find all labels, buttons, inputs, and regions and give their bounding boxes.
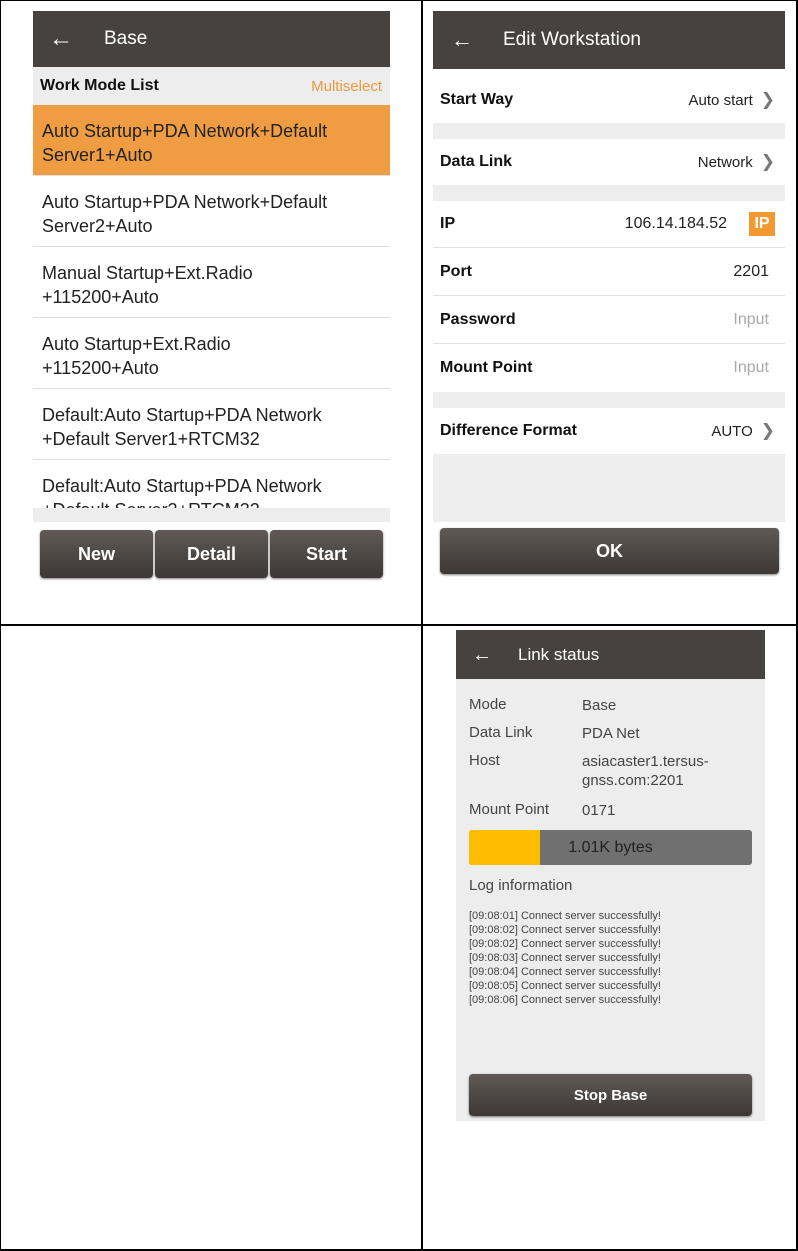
empty-area xyxy=(433,454,785,522)
log-list: [09:08:01] Connect server successfully! [… xyxy=(469,909,661,1007)
work-mode-item[interactable]: Auto Startup+PDA Network+Default Server2+… xyxy=(33,176,390,247)
start-button[interactable]: Start xyxy=(270,530,383,578)
start-way-row[interactable]: Start Way Auto start ❯ xyxy=(433,77,785,123)
difference-format-row[interactable]: Difference Format AUTO ❯ xyxy=(433,408,785,454)
section-gap xyxy=(433,392,785,408)
edit-workstation-titlebar: ← Edit Workstation xyxy=(433,11,785,69)
difference-format-value: AUTO xyxy=(711,422,753,440)
start-way-label: Start Way xyxy=(440,91,514,108)
page-title: Base xyxy=(104,28,148,49)
link-status-screen: ← Link status Mode Base Data Link PDA Ne… xyxy=(456,630,765,1121)
data-link-label: Data Link xyxy=(440,153,513,170)
work-mode-item-line2: Server1+Auto xyxy=(42,145,153,165)
work-mode-item-line1: Auto Startup+Ext.Radio xyxy=(42,334,231,354)
mount-point-label: Mount Point xyxy=(469,801,550,818)
chevron-right-icon: ❯ xyxy=(760,152,775,171)
work-mode-item-line1: Default:Auto Startup+PDA Network xyxy=(42,405,322,425)
work-mode-item[interactable]: Default:Auto Startup+PDA Network +Default… xyxy=(33,389,390,460)
work-mode-item-line1: Auto Startup+PDA Network+Default xyxy=(42,192,328,212)
section-gap xyxy=(433,185,785,201)
data-progress-bar: 1.01K bytes xyxy=(469,830,752,865)
link-status-titlebar: ← Link status xyxy=(456,630,765,679)
port-input[interactable]: 2201 xyxy=(733,263,769,281)
log-line: [09:08:02] Connect server successfully! xyxy=(469,924,661,936)
back-arrow-icon[interactable]: ← xyxy=(472,645,502,665)
data-link-label: Data Link xyxy=(469,724,533,741)
log-line: [09:08:03] Connect server successfully! xyxy=(469,952,661,964)
stop-base-button[interactable]: Stop Base xyxy=(469,1074,752,1116)
start-way-value: Auto start xyxy=(688,91,753,109)
page-title: Link status xyxy=(518,644,600,664)
mount-point-value: 0171 xyxy=(582,802,616,819)
section-gap xyxy=(433,123,785,139)
host-value-line1: asiacaster1.tersus- xyxy=(582,753,709,770)
work-mode-item-line2: +Default Server1+RTCM32 xyxy=(42,429,260,449)
mount-point-label: Mount Point xyxy=(440,359,533,376)
work-mode-item-line2: +115200+Auto xyxy=(42,287,159,307)
grid-top-border xyxy=(0,0,798,1)
work-mode-list-label: Work Mode List xyxy=(40,77,159,94)
ip-label: IP xyxy=(440,215,456,232)
chevron-right-icon: ❯ xyxy=(760,90,775,109)
password-input[interactable]: Input xyxy=(733,311,769,329)
password-row[interactable]: Password Input xyxy=(433,296,785,344)
work-mode-item[interactable]: Auto Startup+Ext.Radio +115200+Auto xyxy=(33,318,390,389)
work-mode-item-line1: Manual Startup+Ext.Radio xyxy=(42,263,253,283)
difference-format-label: Difference Format xyxy=(440,422,577,439)
log-line: [09:08:02] Connect server successfully! xyxy=(469,938,661,950)
base-screen: ← Base Work Mode List Multiselect Auto S… xyxy=(33,11,390,581)
base-titlebar: ← Base xyxy=(33,11,390,67)
grid-middle-divider xyxy=(0,624,798,626)
ip-row[interactable]: IP 106.14.184.52 IP xyxy=(433,201,785,248)
edit-workstation-screen: ← Edit Workstation Start Way Auto start … xyxy=(433,11,785,581)
work-mode-list-header: Work Mode List Multiselect xyxy=(33,67,390,105)
mount-point-row[interactable]: Mount Point Input xyxy=(433,344,785,392)
work-mode-item-line2: +115200+Auto xyxy=(42,358,159,378)
work-mode-item-line1: Auto Startup+PDA Network+Default xyxy=(42,121,328,141)
data-link-value: Network xyxy=(697,153,753,171)
mode-label: Mode xyxy=(469,696,507,713)
base-button-row: New Detail Start xyxy=(40,530,383,578)
work-mode-item[interactable]: Manual Startup+Ext.Radio +115200+Auto xyxy=(33,247,390,318)
page-title: Edit Workstation xyxy=(503,29,641,50)
data-link-row[interactable]: Data Link Network ❯ xyxy=(433,139,785,185)
mount-point-input[interactable]: Input xyxy=(733,359,769,377)
work-mode-item-line2: Server2+Auto xyxy=(42,216,153,236)
progress-text: 1.01K bytes xyxy=(568,838,653,856)
back-arrow-icon[interactable]: ← xyxy=(49,27,89,51)
host-value: asiacaster1.tersus-gnss.com:2201 xyxy=(582,752,762,790)
back-arrow-icon[interactable]: ← xyxy=(451,29,491,51)
work-mode-list[interactable]: Auto Startup+PDA Network+Default Server1+… xyxy=(33,105,390,519)
work-mode-item[interactable]: Auto Startup+PDA Network+Default Server1+… xyxy=(33,105,390,176)
log-line: [09:08:01] Connect server successfully! xyxy=(469,910,661,922)
host-label: Host xyxy=(469,752,500,769)
log-line: [09:08:04] Connect server successfully! xyxy=(469,966,661,978)
log-information-label: Log information xyxy=(469,877,573,894)
host-value-line2: gnss.com:2201 xyxy=(582,772,684,789)
data-link-value: PDA Net xyxy=(582,725,640,742)
log-line: [09:08:06] Connect server successfully! xyxy=(469,994,661,1006)
ok-button[interactable]: OK xyxy=(440,528,779,574)
log-line: [09:08:05] Connect server successfully! xyxy=(469,980,661,992)
port-row[interactable]: Port 2201 xyxy=(433,248,785,296)
ip-select-icon[interactable]: IP xyxy=(749,212,775,236)
chevron-right-icon: ❯ xyxy=(760,421,775,440)
detail-button[interactable]: Detail xyxy=(155,530,268,578)
work-mode-item-line1: Default:Auto Startup+PDA Network xyxy=(42,476,322,496)
ip-value: 106.14.184.52 xyxy=(624,215,727,232)
new-button[interactable]: New xyxy=(40,530,153,578)
port-label: Port xyxy=(440,262,472,280)
mode-value: Base xyxy=(582,697,617,714)
multiselect-button[interactable]: Multiselect xyxy=(311,78,382,95)
password-label: Password xyxy=(440,310,516,328)
list-bottom-edge xyxy=(33,508,390,522)
